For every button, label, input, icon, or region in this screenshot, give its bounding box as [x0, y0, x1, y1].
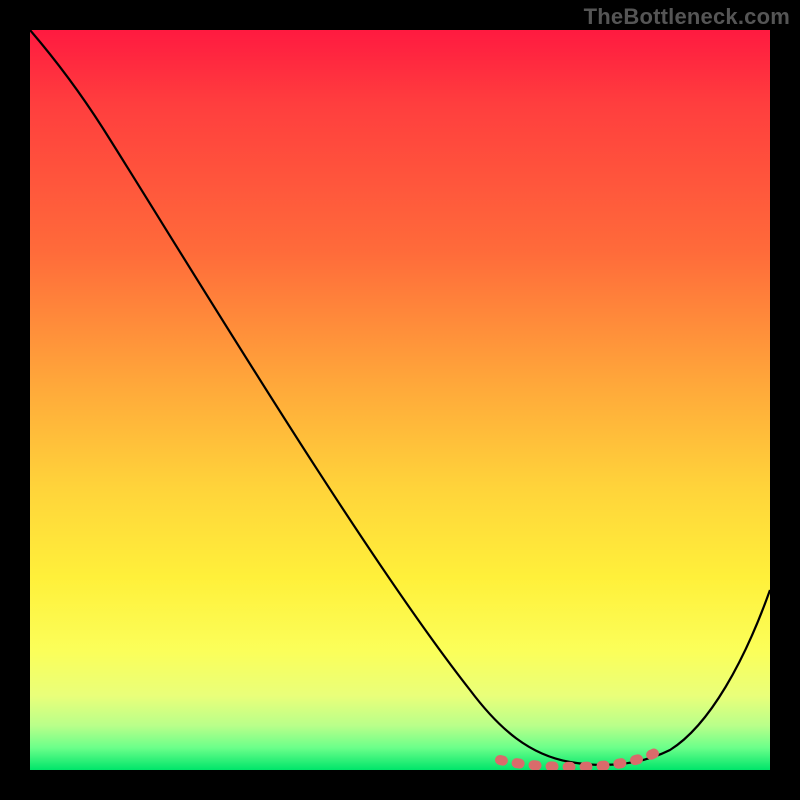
bottleneck-curve [30, 30, 770, 765]
optimal-zone-marker [500, 753, 655, 767]
chart-frame: TheBottleneck.com [0, 0, 800, 800]
plot-area [30, 30, 770, 770]
watermark-text: TheBottleneck.com [584, 4, 790, 30]
curve-layer [30, 30, 770, 770]
